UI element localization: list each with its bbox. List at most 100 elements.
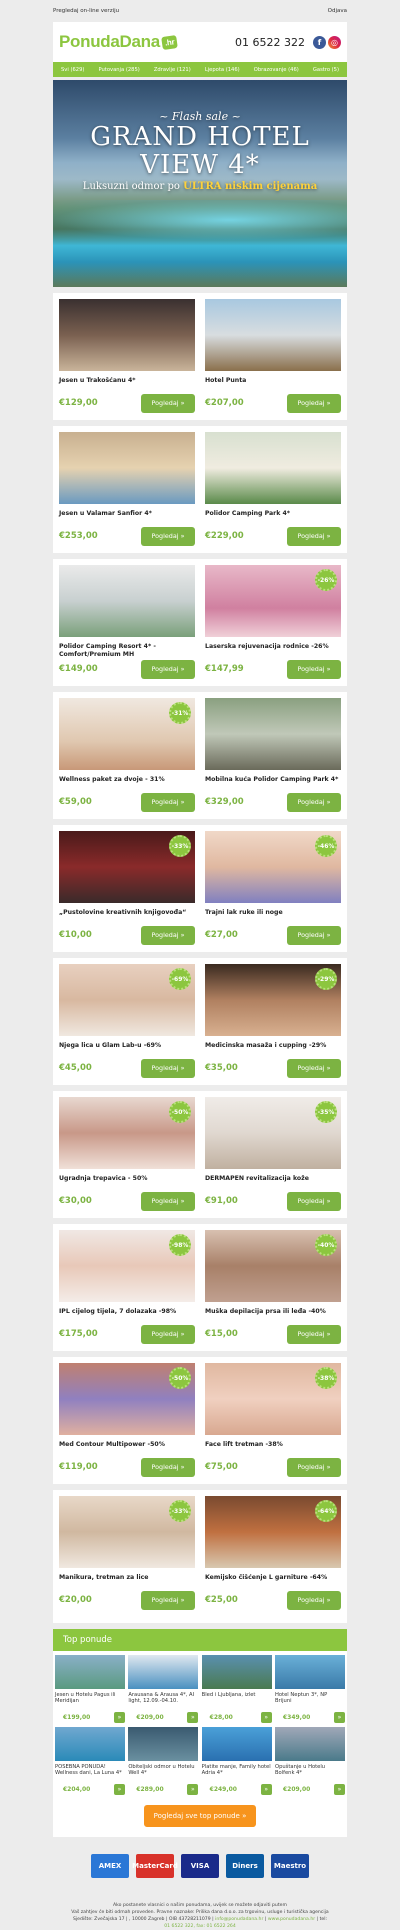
- offer-title[interactable]: Laserska rejuvenacija rodnice -26%: [205, 643, 341, 658]
- logo[interactable]: PonudaDana .hr: [59, 32, 179, 52]
- offer-image[interactable]: [205, 432, 341, 504]
- nav-item-obrazovanje[interactable]: Obrazovanje (46): [254, 67, 299, 73]
- top-offer-image[interactable]: [274, 1727, 345, 1761]
- top-offer-arrow-button[interactable]: »: [187, 1784, 199, 1795]
- nav-item-zdravlje[interactable]: Zdravlje (121): [154, 67, 191, 73]
- offer-title[interactable]: Mobilna kuća Polidor Camping Park 4*: [205, 776, 341, 791]
- offer-card[interactable]: -46% Trajni lak ruke ili noge €27,00 Pogled…: [205, 831, 341, 946]
- top-offer-image[interactable]: [128, 1727, 199, 1761]
- offer-card[interactable]: -50% Ugradnja trepavica - 50% €30,00 Pogled…: [59, 1097, 195, 1212]
- offer-card[interactable]: -33% Manikura, tretman za lice €20,00 Pogle…: [59, 1496, 195, 1611]
- nav-item-svi[interactable]: Svi (629): [61, 67, 84, 73]
- offer-card[interactable]: -26% Laserska rejuvenacija rodnice -26% €1…: [205, 565, 341, 680]
- view-offer-button[interactable]: Pogledaj »: [287, 925, 341, 945]
- top-offer-card[interactable]: Platite manje, Family hotel Adria 4* €249…: [201, 1727, 272, 1795]
- offer-image[interactable]: [59, 432, 195, 504]
- online-version-link[interactable]: Pregledaj on-line verziju: [53, 8, 119, 14]
- offer-image[interactable]: -35%: [205, 1097, 341, 1169]
- top-offer-name[interactable]: Obiteljski odmor u Hotelu Well 4*: [128, 1764, 198, 1784]
- top-offer-arrow-button[interactable]: »: [333, 1712, 345, 1723]
- offer-title[interactable]: Trajni lak ruke ili noge: [205, 909, 341, 924]
- view-offer-button[interactable]: Pogledaj »: [141, 1457, 195, 1477]
- offer-title[interactable]: Jesen u Valamar Sanfior 4*: [59, 510, 195, 525]
- offer-title[interactable]: Manikura, tretman za lice: [59, 1574, 195, 1589]
- offer-card[interactable]: Jesen u Valamar Sanfior 4* €253,00 Pogleda…: [59, 432, 195, 547]
- nav-item-ljepota[interactable]: Ljepota (146): [205, 67, 240, 73]
- top-offer-card[interactable]: Obiteljski odmor u Hotelu Well 4* €289,00…: [128, 1727, 199, 1795]
- view-offer-button[interactable]: Pogledaj »: [287, 393, 341, 413]
- view-offer-button[interactable]: Pogledaj »: [141, 925, 195, 945]
- top-offer-name[interactable]: Opuštanje u Hotelu Bolfenk 4*: [275, 1764, 345, 1784]
- offer-card[interactable]: Polidor Camping Resort 4* - Comfort/Prem…: [59, 565, 195, 680]
- top-offer-card[interactable]: Arausana & Arausa 4*, AI light, 12.09.-0…: [128, 1655, 199, 1723]
- top-offer-image[interactable]: [55, 1727, 125, 1761]
- top-offer-arrow-button[interactable]: »: [114, 1712, 125, 1723]
- top-offer-arrow-button[interactable]: »: [187, 1712, 199, 1723]
- top-offer-name[interactable]: Platite manje, Family hotel Adria 4*: [202, 1764, 272, 1784]
- all-top-offers-button[interactable]: Pogledaj sve top ponude »: [144, 1805, 256, 1827]
- offer-title[interactable]: Wellness paket za dvoje - 31%: [59, 776, 195, 791]
- offer-card[interactable]: Polidor Camping Park 4* €229,00 Pogledaj »: [205, 432, 341, 547]
- offer-image[interactable]: -50%: [59, 1363, 195, 1435]
- offer-title[interactable]: Medicinska masaža i cupping -29%: [205, 1042, 341, 1057]
- footer-web-link[interactable]: www.ponudadana.hr: [268, 1917, 315, 1922]
- offer-image[interactable]: -26%: [205, 565, 341, 637]
- offer-image[interactable]: -33%: [59, 831, 195, 903]
- top-offer-name[interactable]: Hotel Neptun 3*, NP Brijuni: [275, 1692, 345, 1712]
- offer-card[interactable]: -98% IPL cijelog tijela, 7 dolazaka -98% €…: [59, 1230, 195, 1345]
- offer-card[interactable]: -29% Medicinska masaža i cupping -29% €35,…: [205, 964, 341, 1079]
- offer-image[interactable]: -64%: [205, 1496, 341, 1568]
- view-offer-button[interactable]: Pogledaj »: [287, 1058, 341, 1078]
- offer-card[interactable]: -35% DERMAPEN revitalizacija kože €91,00 Po…: [205, 1097, 341, 1212]
- view-offer-button[interactable]: Pogledaj »: [287, 1457, 341, 1477]
- top-offer-image[interactable]: [128, 1655, 199, 1689]
- top-offer-image[interactable]: [201, 1655, 272, 1689]
- offer-title[interactable]: Med Contour Multipower -50%: [59, 1441, 195, 1456]
- top-offer-arrow-button[interactable]: »: [114, 1784, 125, 1795]
- offer-image[interactable]: -29%: [205, 964, 341, 1036]
- offer-card[interactable]: -69% Njega lica u Glam Lab-u -69% €45,00 Po…: [59, 964, 195, 1079]
- view-offer-button[interactable]: Pogledaj »: [287, 526, 341, 546]
- view-offer-button[interactable]: Pogledaj »: [141, 792, 195, 812]
- top-offer-name[interactable]: Bled i Ljubljana, izlet: [202, 1692, 272, 1712]
- top-offer-arrow-button[interactable]: »: [260, 1712, 272, 1723]
- offer-title[interactable]: IPL cijelog tijela, 7 dolazaka -98%: [59, 1308, 195, 1323]
- offer-image[interactable]: [205, 299, 341, 371]
- top-offer-name[interactable]: POSEBNA PONUDA! Wellness dani, La Luna 4…: [55, 1764, 125, 1784]
- offer-title[interactable]: Jesen u Trakošćanu 4*: [59, 377, 195, 392]
- view-offer-button[interactable]: Pogledaj »: [141, 1324, 195, 1344]
- offer-card[interactable]: -31% Wellness paket za dvoje - 31% €59,00 P…: [59, 698, 195, 813]
- top-offer-image[interactable]: [274, 1655, 345, 1689]
- offer-card[interactable]: Hotel Punta €207,00 Pogledaj »: [205, 299, 341, 414]
- view-offer-button[interactable]: Pogledaj »: [141, 1590, 195, 1610]
- top-offer-name[interactable]: Arausana & Arausa 4*, AI light, 12.09.-0…: [128, 1692, 198, 1712]
- offer-title[interactable]: „Pustolovine kreativnih knjigovođa“: [59, 909, 195, 924]
- top-offer-card[interactable]: Jesen u Hotelu Pagus ili Meridijan €199,0…: [55, 1655, 125, 1723]
- nav-item-gastro[interactable]: Gastro (5): [313, 67, 339, 73]
- view-offer-button[interactable]: Pogledaj »: [141, 659, 195, 679]
- offer-image[interactable]: -50%: [59, 1097, 195, 1169]
- offer-image[interactable]: -98%: [59, 1230, 195, 1302]
- offer-card[interactable]: -33% „Pustolovine kreativnih knjigovođa“ €…: [59, 831, 195, 946]
- view-offer-button[interactable]: Pogledaj »: [287, 1590, 341, 1610]
- offer-image[interactable]: [59, 565, 195, 637]
- view-offer-button[interactable]: Pogledaj »: [287, 792, 341, 812]
- offer-card[interactable]: -64% Kemijsko čišćenje L garniture -64% €2…: [205, 1496, 341, 1611]
- offer-image[interactable]: -46%: [205, 831, 341, 903]
- view-offer-button[interactable]: Pogledaj »: [141, 1058, 195, 1078]
- nav-item-putovanja[interactable]: Putovanja (285): [98, 67, 139, 73]
- offer-card[interactable]: Mobilna kuća Polidor Camping Park 4* €329…: [205, 698, 341, 813]
- offer-image[interactable]: -38%: [205, 1363, 341, 1435]
- top-offer-card[interactable]: Bled i Ljubljana, izlet €28,00 »: [201, 1655, 272, 1723]
- offer-card[interactable]: -38% Face lift tretman -38% €75,00 Pogledaj…: [205, 1363, 341, 1478]
- offer-title[interactable]: Kemijsko čišćenje L garniture -64%: [205, 1574, 341, 1589]
- view-offer-button[interactable]: Pogledaj »: [287, 659, 341, 679]
- hero-banner[interactable]: ~ Flash sale ~ GRAND HOTEL VIEW 4* Luksu…: [53, 80, 347, 287]
- view-offer-button[interactable]: Pogledaj »: [287, 1191, 341, 1211]
- offer-card[interactable]: -50% Med Contour Multipower -50% €119,00 Po…: [59, 1363, 195, 1478]
- offer-card[interactable]: Jesen u Trakošćanu 4* €129,00 Pogledaj »: [59, 299, 195, 414]
- offer-image[interactable]: -33%: [59, 1496, 195, 1568]
- facebook-icon[interactable]: f: [313, 35, 326, 49]
- offer-title[interactable]: DERMAPEN revitalizacija kože: [205, 1175, 341, 1190]
- offer-image[interactable]: -31%: [59, 698, 195, 770]
